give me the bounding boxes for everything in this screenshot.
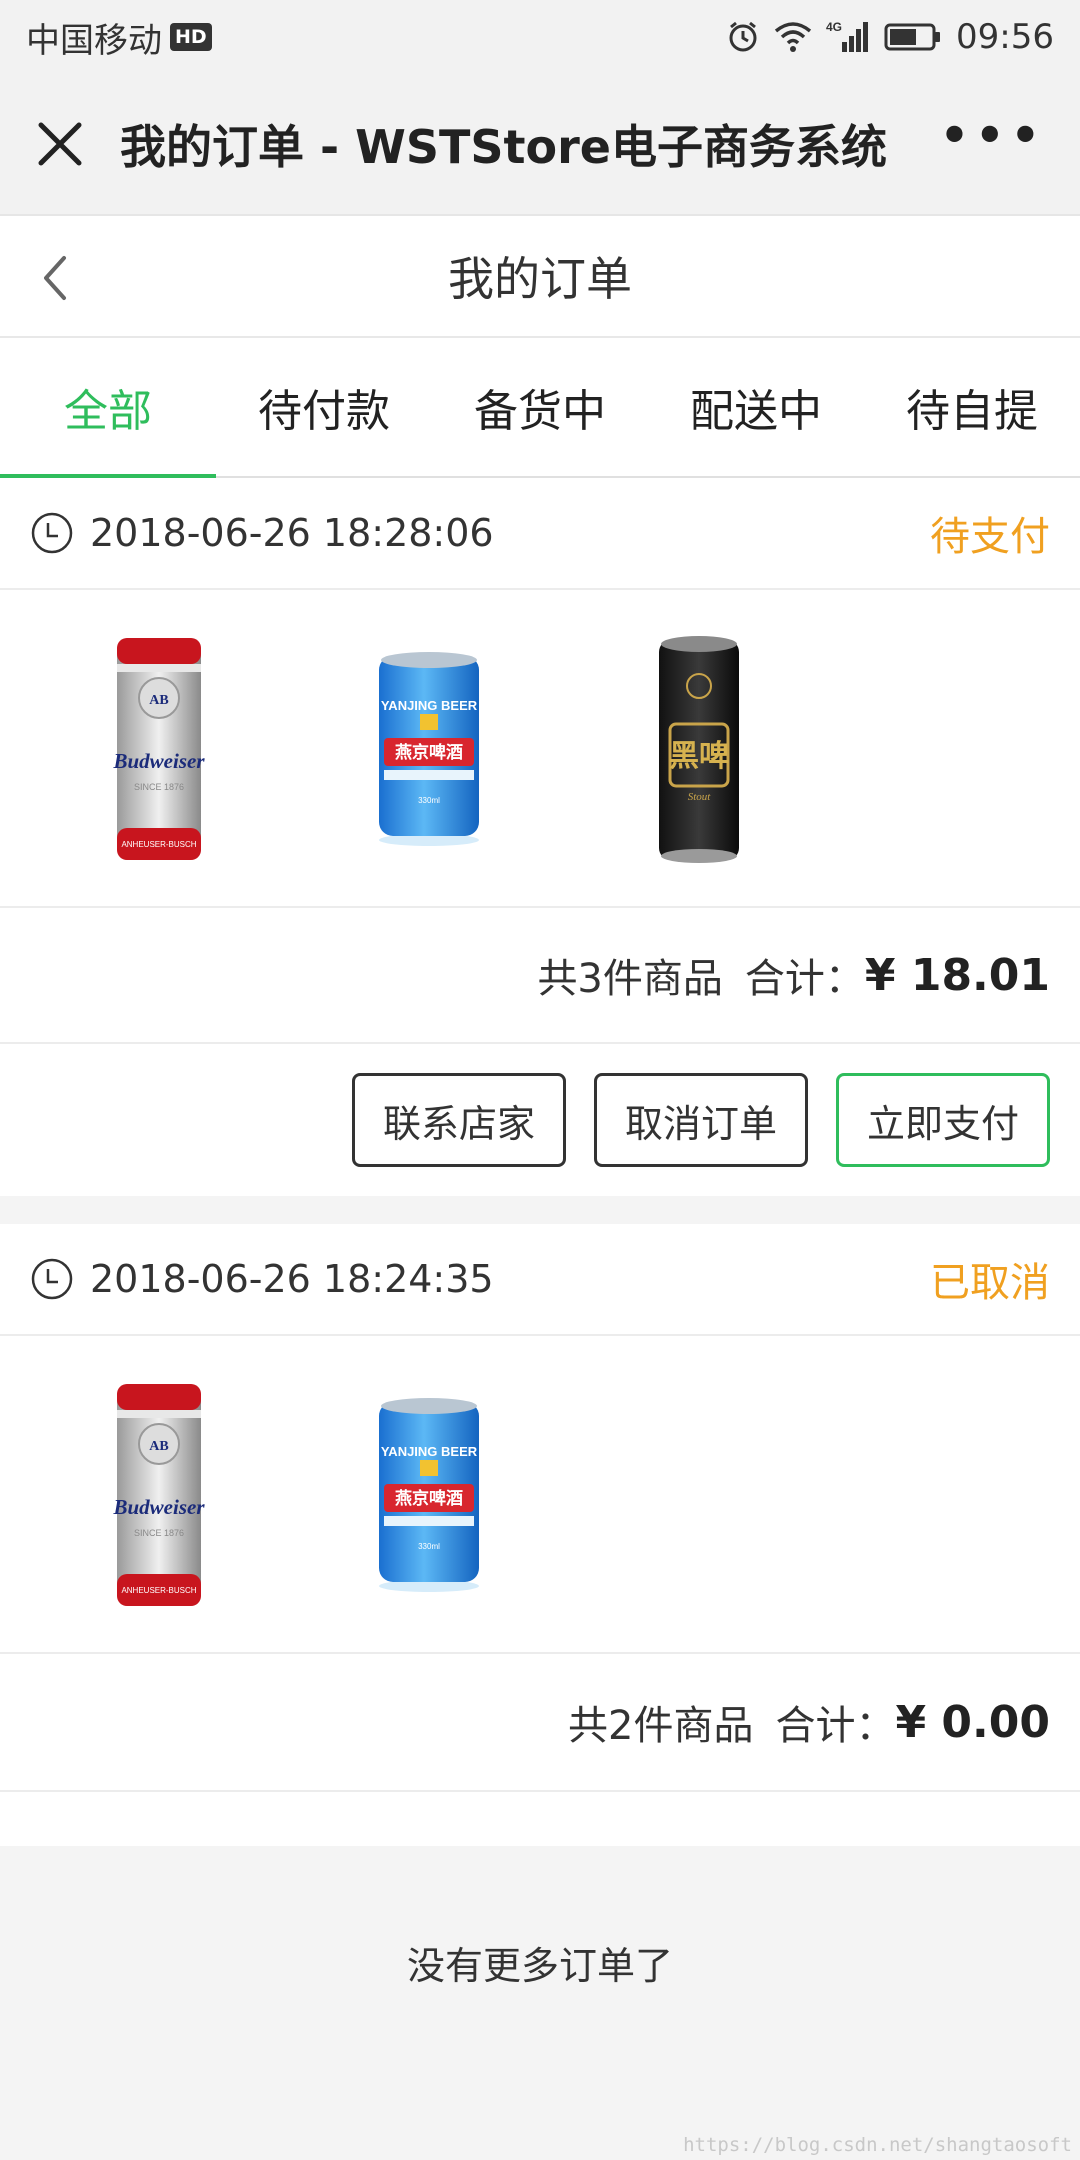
yanjing-beer-can-image: YANJING BEER 燕京啤酒 330ml (379, 1398, 479, 1592)
more-menu-button[interactable]: ••• (940, 108, 1046, 180)
svg-text:YANJING BEER: YANJING BEER (381, 698, 478, 713)
order-actions: 联系店家 取消订单 立即支付 (0, 1044, 1080, 1196)
order-time: 2018-06-26 18:28:06 (90, 511, 494, 555)
browser-title: 我的订单 - WSTStore电子商务系统 (120, 120, 887, 174)
order-header: 2018-06-26 18:24:35 已取消 (0, 1224, 1080, 1336)
order-summary: 共3件商品 合计： ¥ 18.01 (0, 908, 1080, 1044)
close-button[interactable] (34, 118, 86, 170)
clock-time: 09:56 (956, 17, 1054, 57)
order-card[interactable]: 2018-06-26 18:28:06 待支付 AB Budweiser SIN… (0, 478, 1080, 1196)
cancel-order-button[interactable]: 取消订单 (594, 1073, 808, 1167)
order-time-group: 2018-06-26 18:24:35 (30, 1257, 494, 1301)
svg-text:燕京啤酒: 燕京啤酒 (395, 1488, 463, 1509)
battery-icon (884, 23, 941, 51)
order-card[interactable]: 2018-06-26 18:24:35 已取消 AB Budweiser SIN… (0, 1224, 1080, 1846)
item-count: 共2件商品 (568, 1703, 754, 1749)
item-count: 共3件商品 (537, 956, 723, 1002)
close-icon (38, 122, 82, 166)
clock-icon (31, 1258, 73, 1300)
svg-text:ANHEUSER-BUSCH: ANHEUSER-BUSCH (121, 840, 196, 849)
svg-text:330ml: 330ml (418, 796, 440, 805)
status-right: 4G 09:56 (726, 17, 1054, 57)
svg-text:Stout: Stout (688, 791, 712, 803)
page-header: 我的订单 (0, 216, 1080, 338)
product-image[interactable]: 黑啤 Stout (570, 620, 828, 876)
svg-text:黑啤: 黑啤 (669, 739, 729, 774)
order-status: 已取消 (930, 1260, 1050, 1306)
pay-now-button[interactable]: 立即支付 (836, 1073, 1050, 1167)
order-goods[interactable]: AB Budweiser SINCE 1876 ANHEUSER-BUSCH Y… (0, 1336, 1080, 1654)
order-time: 2018-06-26 18:24:35 (90, 1257, 494, 1301)
svg-text:YANJING BEER: YANJING BEER (381, 1444, 478, 1459)
yanjing-beer-can-image: YANJING BEER 燕京啤酒 330ml (379, 652, 479, 846)
svg-text:燕京啤酒: 燕京啤酒 (395, 742, 463, 763)
tab-delivering[interactable]: 配送中 (648, 338, 864, 476)
svg-text:SINCE 1876: SINCE 1876 (134, 1528, 184, 1538)
tab-preparing[interactable]: 备货中 (432, 338, 648, 476)
tab-self-pickup[interactable]: 待自提 (864, 338, 1080, 476)
order-time-group: 2018-06-26 18:28:06 (30, 511, 494, 555)
svg-text:Budweiser: Budweiser (112, 1495, 205, 1519)
order-footer-spacer (0, 1790, 1080, 1846)
alarm-icon (729, 21, 757, 52)
svg-text:Budweiser: Budweiser (112, 749, 205, 773)
total-price: ¥ 18.01 (864, 949, 1050, 1001)
product-image[interactable]: AB Budweiser SINCE 1876 ANHEUSER-BUSCH (30, 1366, 288, 1622)
carrier-name: 中国移动 (26, 20, 162, 61)
order-summary: 共2件商品 合计： ¥ 0.00 (0, 1654, 1080, 1790)
svg-text:AB: AB (149, 693, 168, 708)
total-price: ¥ 0.00 (895, 1696, 1051, 1748)
black-beer-can-image: 黑啤 Stout (659, 636, 739, 863)
svg-text:AB: AB (149, 1439, 168, 1454)
total-label: 合计： (744, 956, 865, 1002)
order-header: 2018-06-26 18:28:06 待支付 (0, 478, 1080, 590)
tab-pending-payment[interactable]: 待付款 (216, 338, 432, 476)
no-more-orders-text: 没有更多订单了 (406, 1944, 673, 1988)
network-type: 4G (826, 20, 842, 34)
product-image[interactable]: YANJING BEER 燕京啤酒 330ml (300, 620, 558, 876)
svg-text:SINCE 1876: SINCE 1876 (134, 782, 184, 792)
svg-text:330ml: 330ml (418, 1542, 440, 1551)
clock-icon (31, 512, 73, 554)
back-button[interactable] (36, 252, 76, 304)
watermark: https://blog.csdn.net/shangtaosoft (683, 2134, 1072, 2156)
status-left: 中国移动 HD (26, 13, 212, 62)
tab-all[interactable]: 全部 (0, 338, 216, 478)
chevron-left-icon (44, 256, 66, 300)
hd-badge: HD (170, 23, 212, 51)
page-title: 我的订单 (448, 252, 632, 306)
cellular-signal-icon: 4G (826, 20, 869, 52)
order-status: 待支付 (930, 514, 1050, 560)
total-label: 合计： (775, 1703, 896, 1749)
contact-store-button[interactable]: 联系店家 (352, 1073, 566, 1167)
product-image[interactable]: AB Budweiser SINCE 1876 ANHEUSER-BUSCH (30, 620, 288, 876)
svg-text:ANHEUSER-BUSCH: ANHEUSER-BUSCH (121, 1586, 196, 1595)
budweiser-can-image: AB Budweiser SINCE 1876 ANHEUSER-BUSCH (112, 1384, 205, 1606)
wifi-icon (774, 22, 812, 52)
budweiser-can-image: AB Budweiser SINCE 1876 ANHEUSER-BUSCH (112, 638, 205, 860)
order-goods[interactable]: AB Budweiser SINCE 1876 ANHEUSER-BUSCH Y… (0, 590, 1080, 908)
status-bar: 中国移动 HD 4G 09:56 (0, 0, 1080, 74)
order-tabs: 全部 待付款 备货中 配送中 待自提 (0, 338, 1080, 478)
product-image[interactable]: YANJING BEER 燕京啤酒 330ml (300, 1366, 558, 1622)
browser-title-bar: 我的订单 - WSTStore电子商务系统 ••• (0, 74, 1080, 216)
